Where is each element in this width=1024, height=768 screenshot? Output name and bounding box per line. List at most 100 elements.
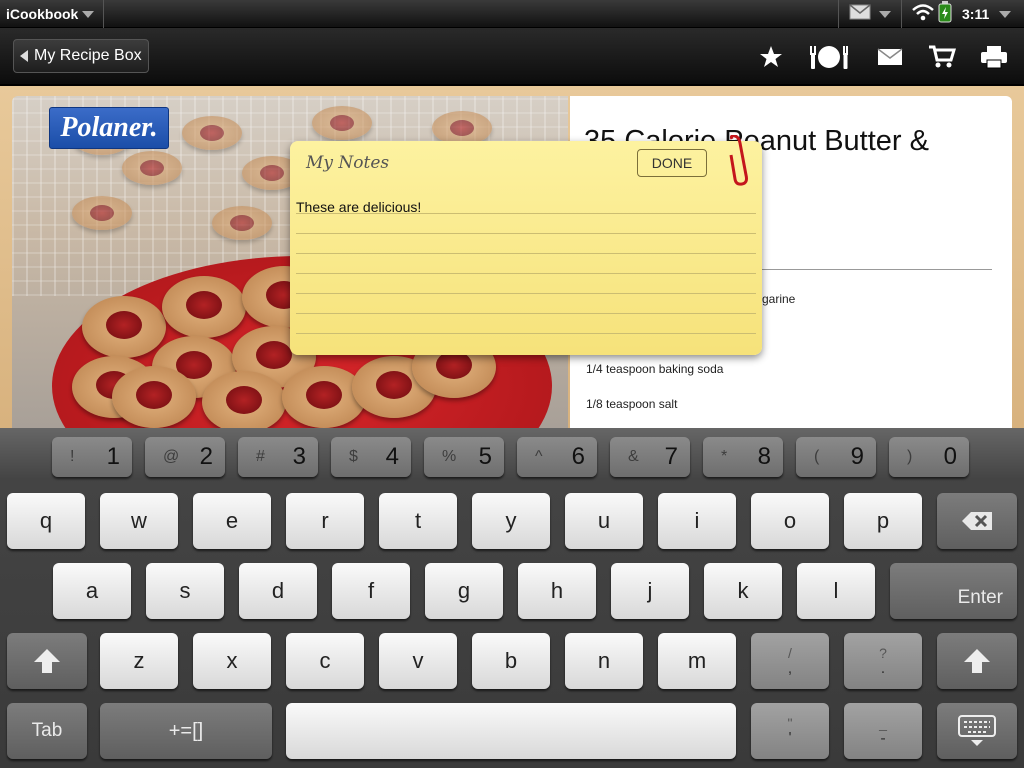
space-bar[interactable] (286, 703, 736, 759)
key-symbol: ( (814, 448, 820, 465)
key-dash[interactable]: _ - (844, 703, 922, 759)
toolbar: My Recipe Box (0, 28, 1024, 86)
key-label: ' (788, 730, 792, 747)
key-q[interactable]: q (7, 493, 85, 549)
key-p[interactable]: p (844, 493, 922, 549)
key-symbol: ! (70, 448, 75, 465)
note-line (296, 253, 756, 254)
key-o[interactable]: o (751, 493, 829, 549)
key-label: 7 (664, 443, 678, 470)
chevron-down-icon[interactable] (879, 10, 891, 18)
cookie (312, 106, 372, 140)
app-menu[interactable]: iCookbook (0, 0, 104, 28)
note-line (296, 233, 756, 234)
key-label: 1 (106, 443, 120, 470)
key-z[interactable]: z (100, 633, 178, 689)
key-i[interactable]: i (658, 493, 736, 549)
back-button[interactable]: My Recipe Box (13, 39, 149, 73)
app-name: iCookbook (6, 6, 79, 22)
key-quote[interactable]: " ' (751, 703, 829, 759)
key-u[interactable]: u (565, 493, 643, 549)
shift-icon (34, 649, 60, 673)
shift-key-right[interactable] (937, 633, 1017, 689)
brand-logo: Polaner. (49, 107, 169, 149)
key-3[interactable]: #3 (238, 437, 318, 477)
key-symbol: % (442, 448, 457, 465)
key-g[interactable]: g (425, 563, 503, 619)
key-x[interactable]: x (193, 633, 271, 689)
mail-icon[interactable] (874, 42, 906, 72)
virtual-keyboard: ! 1 @2 #3 $4 % 5 ^ 6 & 7 * 8 (9 ) 0 q w e r t … (0, 428, 1024, 768)
cookie (182, 116, 242, 150)
star-icon[interactable] (756, 42, 786, 72)
chevron-down-icon (999, 10, 1012, 18)
key-period[interactable]: ? . (844, 633, 922, 689)
key-8[interactable]: * 8 (703, 437, 783, 477)
key-7[interactable]: & 7 (610, 437, 690, 477)
key-symbol: $ (349, 448, 358, 465)
key-symbol: _ (879, 715, 887, 731)
key-label: 9 (850, 443, 864, 470)
hide-keyboard-icon (958, 715, 996, 746)
print-icon[interactable] (978, 42, 1010, 72)
key-6[interactable]: ^ 6 (517, 437, 597, 477)
mail-notification-icon[interactable] (849, 3, 871, 25)
key-n[interactable]: n (565, 633, 643, 689)
shopping-cart-icon[interactable] (926, 42, 958, 72)
key-c[interactable]: c (286, 633, 364, 689)
key-1[interactable]: ! 1 (52, 437, 132, 477)
key-symbol: ^ (535, 448, 543, 465)
system-menu[interactable]: 3:11 (838, 0, 1024, 28)
note-line (296, 313, 756, 314)
key-label: 4 (385, 443, 399, 470)
back-button-label: My Recipe Box (34, 47, 142, 64)
backspace-key[interactable] (937, 493, 1017, 549)
key-e[interactable]: e (193, 493, 271, 549)
key-b[interactable]: b (472, 633, 550, 689)
key-label: - (880, 730, 886, 747)
key-s[interactable]: s (146, 563, 224, 619)
key-d[interactable]: d (239, 563, 317, 619)
key-a[interactable]: a (53, 563, 131, 619)
key-symbol: ) (907, 448, 913, 465)
key-k[interactable]: k (704, 563, 782, 619)
back-arrow-icon (20, 50, 28, 62)
done-button[interactable]: DONE (637, 149, 707, 177)
key-comma[interactable]: / , (751, 633, 829, 689)
note-line (296, 293, 756, 294)
key-v[interactable]: v (379, 633, 457, 689)
note-line (296, 333, 756, 334)
key-symbol: @ (163, 448, 180, 465)
key-l[interactable]: l (797, 563, 875, 619)
key-symbol: / (788, 645, 792, 661)
key-5[interactable]: % 5 (424, 437, 504, 477)
clock: 3:11 (962, 6, 990, 22)
key-symbol: & (628, 448, 639, 465)
shift-key-left[interactable] (7, 633, 87, 689)
battery-icon (938, 0, 952, 28)
status-divider (901, 0, 902, 28)
key-label: 5 (478, 443, 492, 470)
ingredient: 1/4 teaspoon baking soda (586, 362, 724, 376)
key-label: 6 (571, 443, 585, 470)
key-w[interactable]: w (100, 493, 178, 549)
enter-key[interactable]: Enter (890, 563, 1017, 619)
key-symbol: " (787, 715, 793, 731)
key-2[interactable]: @2 (145, 437, 225, 477)
key-4[interactable]: $4 (331, 437, 411, 477)
tab-key[interactable]: Tab (7, 703, 87, 759)
key-y[interactable]: y (472, 493, 550, 549)
key-t[interactable]: t (379, 493, 457, 549)
notes-title: My Notes (306, 153, 390, 173)
hide-keyboard-key[interactable] (937, 703, 1017, 759)
key-label: 2 (199, 443, 213, 470)
key-9[interactable]: (9 (796, 437, 876, 477)
key-f[interactable]: f (332, 563, 410, 619)
key-h[interactable]: h (518, 563, 596, 619)
key-m[interactable]: m (658, 633, 736, 689)
key-r[interactable]: r (286, 493, 364, 549)
key-j[interactable]: j (611, 563, 689, 619)
key-0[interactable]: ) 0 (889, 437, 969, 477)
plate-icon[interactable] (806, 42, 852, 72)
symbols-key[interactable]: +=[] (100, 703, 272, 759)
